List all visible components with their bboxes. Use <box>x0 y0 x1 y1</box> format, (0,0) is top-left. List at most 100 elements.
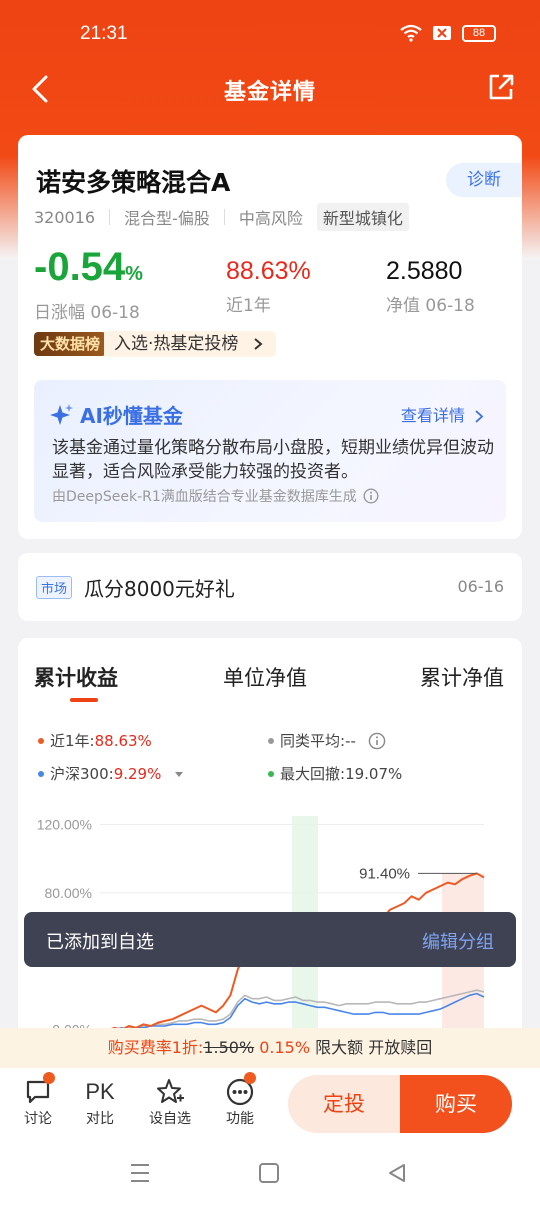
divider <box>223 209 225 225</box>
ai-summary-panel[interactable]: AI秒懂基金 查看详情 该基金通过量化策略分散布局小盘股，短期业绩优异但波动显著… <box>34 380 506 522</box>
top-navbar: 基金详情 <box>0 66 540 112</box>
year-return-value: 88.63% <box>226 257 311 285</box>
fund-tags: 320016 混合型-偏股 中高风险 新型城镇化 <box>34 203 409 231</box>
daily-change-value: -0.54 <box>34 245 126 289</box>
edit-group-link[interactable]: 编辑分组 <box>422 928 494 954</box>
diagnose-button[interactable]: 诊断 <box>446 163 522 197</box>
menu-icon[interactable] <box>128 1162 152 1184</box>
fee-prefix: 购买费率1折: <box>107 1038 204 1057</box>
wifi-icon <box>400 24 422 42</box>
fund-name: 诺安多策略混合A <box>36 168 231 197</box>
ai-view-details-link[interactable]: 查看详情 <box>401 402 484 426</box>
tab-active-indicator <box>70 698 98 702</box>
toast-message: 已添加到自选 <box>46 932 154 953</box>
legend-dot <box>268 770 274 777</box>
legend-peer: 同类平均: -- <box>268 730 386 751</box>
fund-code: 320016 <box>34 207 96 227</box>
fee-banner: 购买费率1折:1.50% 0.15% 限大额 开放赎回 <box>0 1028 540 1068</box>
compare-label: 对比 <box>86 1111 114 1127</box>
daily-change-label: 日涨幅 06-18 <box>34 303 140 323</box>
fund-type: 混合型-偏股 <box>124 209 210 228</box>
ai-title: AI秒懂基金 <box>50 400 183 429</box>
functions-button[interactable]: 功能 <box>210 1072 270 1128</box>
legend-dot <box>38 770 44 777</box>
notification-dot <box>244 1072 256 1084</box>
buy-button[interactable]: 购买 <box>400 1075 512 1133</box>
caret-down-icon <box>175 771 184 777</box>
page-title: 基金详情 <box>223 80 316 105</box>
tab-cumulative-nav[interactable]: 累计净值 <box>420 662 504 692</box>
info-icon[interactable] <box>363 488 379 504</box>
market-promo-card[interactable]: 市场 瓜分8000元好礼 06-16 <box>18 553 522 621</box>
fee-new: 0.15% <box>259 1038 311 1057</box>
legend-fund: 近1年: 88.63% <box>38 730 152 751</box>
y-tick-label: 80.00% <box>45 885 92 901</box>
fund-theme-tag[interactable]: 新型城镇化 <box>316 203 409 231</box>
year-return-label: 近1年 <box>226 296 271 316</box>
legend-peer-value: -- <box>345 731 356 750</box>
chart-tabs: 累计收益 单位净值 累计净值 <box>18 662 522 702</box>
toast-notification: 已添加到自选 编辑分组 <box>24 912 516 967</box>
legend-drawdown-value: 19.07% <box>345 764 403 783</box>
info-icon[interactable] <box>368 732 386 750</box>
fund-summary-card: 诺安多策略混合A 诊断 320016 混合型-偏股 中高风险 新型城镇化 -0.… <box>18 135 522 539</box>
legend-fund-value: 88.63% <box>94 731 152 750</box>
status-bar: 21:31 88 <box>0 0 540 66</box>
daily-change-unit: % <box>125 263 143 285</box>
add-watchlist-button[interactable]: 设自选 <box>140 1076 200 1128</box>
add-watchlist-label: 设自选 <box>149 1111 191 1127</box>
fund-risk: 中高风险 <box>238 209 303 228</box>
bottom-action-bar: 讨论 PK 对比 设自选 功能 定投 购买 <box>0 1068 540 1140</box>
status-time: 21:31 <box>80 23 128 44</box>
year-return-metric: 88.63% 近1年 <box>226 255 311 316</box>
chevron-right-icon <box>254 338 263 350</box>
sim-disabled-icon <box>433 26 451 40</box>
tab-cumulative-return[interactable]: 累计收益 <box>34 662 118 692</box>
back-triangle-icon[interactable] <box>386 1162 408 1184</box>
battery-indicator: 88 <box>462 24 496 42</box>
status-icons: 88 <box>400 24 496 42</box>
legend-drawdown-label: 最大回撤: <box>280 765 346 783</box>
chevron-right-icon <box>475 410 484 423</box>
home-square-icon[interactable] <box>258 1162 280 1184</box>
ai-view-details-label: 查看详情 <box>400 406 465 425</box>
legend-dot <box>268 737 274 744</box>
discuss-label: 讨论 <box>24 1111 52 1127</box>
nav-metric: 2.5880 净值 06-18 <box>386 255 475 316</box>
ai-footer-text: 由DeepSeek-R1满血版结合专业基金数据库生成 <box>52 489 357 505</box>
sparkle-icon <box>50 403 73 425</box>
legend-index-value: 9.29% <box>113 764 162 783</box>
performance-chart-card: 累计收益 单位净值 累计净值 近1年: 88.63% 同类平均: -- 沪深300:… <box>18 638 522 1038</box>
discuss-button[interactable]: 讨论 <box>8 1072 68 1128</box>
y-tick-label: 120.00% <box>37 817 92 833</box>
auto-invest-button[interactable]: 定投 <box>288 1075 400 1133</box>
compare-button[interactable]: PK 对比 <box>70 1076 130 1128</box>
share-icon[interactable] <box>486 72 516 102</box>
star-plus-icon <box>157 1079 184 1103</box>
nav-label: 净值 06-18 <box>386 296 475 316</box>
legend-dot <box>38 737 44 744</box>
nav-value: 2.5880 <box>386 257 463 285</box>
system-navigation-bar <box>0 1140 540 1206</box>
market-title: 瓜分8000元好礼 <box>84 577 235 601</box>
legend-index-label: 沪深300: <box>50 765 114 783</box>
functions-label: 功能 <box>226 1111 254 1127</box>
market-date: 06-16 <box>457 577 505 596</box>
ai-footer: 由DeepSeek-R1满血版结合专业基金数据库生成 <box>52 486 379 506</box>
legend-fund-label: 近1年: <box>50 732 95 750</box>
bigdata-text: 入选·热基定投榜 <box>114 334 239 354</box>
notification-dot <box>43 1072 55 1084</box>
peak-annotation-label: 91.40% <box>359 865 410 882</box>
ai-summary-text: 该基金通过量化策略分散布局小盘股，短期业绩优异但波动显著，适合风险承受能力较强的… <box>52 438 494 482</box>
legend-peer-label: 同类平均: <box>280 732 346 750</box>
fee-old: 1.50% <box>203 1038 255 1057</box>
bigdata-badge: 大数据榜 <box>34 332 107 356</box>
pk-icon: PK <box>85 1079 115 1104</box>
bigdata-ranking-banner[interactable]: 大数据榜 入选·热基定投榜 <box>34 331 276 357</box>
fee-suffix: 限大额 开放赎回 <box>315 1038 433 1057</box>
market-badge: 市场 <box>36 576 73 599</box>
daily-change-metric: -0.54% 日涨幅 06-18 <box>34 247 143 323</box>
legend-index[interactable]: 沪深300: 9.29% <box>38 763 185 784</box>
divider <box>109 209 111 225</box>
tab-unit-nav[interactable]: 单位净值 <box>223 662 307 692</box>
